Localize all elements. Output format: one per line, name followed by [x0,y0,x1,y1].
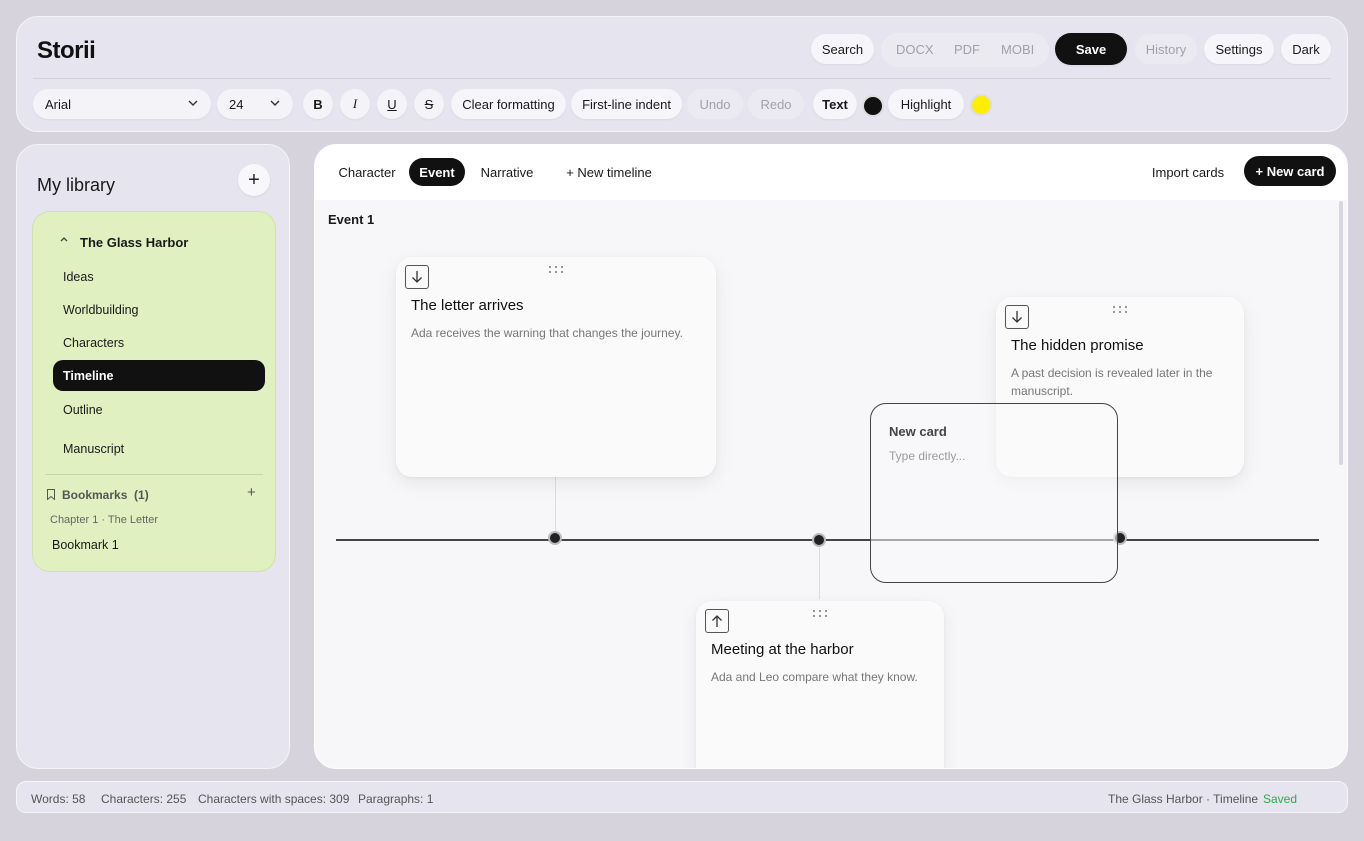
bookmark-item[interactable]: Bookmark 1 [52,538,119,552]
add-bookmark-button[interactable]: + [247,484,256,501]
search-button[interactable]: Search [811,34,874,64]
timeline-node[interactable] [548,531,562,545]
italic-button[interactable]: I [340,89,370,119]
card-description: A past decision is revealed later in the… [1011,366,1213,398]
card-title: The hidden promise [1011,337,1144,354]
timeline-section-label: Event 1 [328,212,375,227]
card-connector [819,547,820,599]
sidebar-item-ideas[interactable]: Ideas [53,262,265,292]
save-button[interactable]: Save [1055,33,1127,65]
bookmark-chapter: Chapter 1 · The Letter [50,514,159,526]
paragraph-count: Paragraphs: 1 [358,792,434,806]
card-title: The letter arrives [411,297,524,314]
chevron-down-icon [188,100,198,106]
card-connector [555,475,556,537]
settings-button[interactable]: Settings [1204,34,1274,64]
font-family-select[interactable]: Arial [33,89,211,119]
save-status: Saved [1263,792,1298,806]
font-size-value: 24 [229,96,244,112]
word-count: Words: 58 [31,792,86,806]
draft-card[interactable]: New card Type directly... [870,403,1118,583]
undo-button[interactable]: Undo [687,89,743,119]
project-name[interactable]: The Glass Harbor [80,235,188,250]
timeline-workspace: Character Event Narrative + New timeline… [314,144,1348,769]
tab-character[interactable]: Character [333,158,401,186]
sidebar-item-worldbuilding[interactable]: Worldbuilding [53,295,265,325]
drag-handle-icon[interactable] [1112,305,1128,315]
app-brand: Storii [37,37,96,64]
sidebar-item-outline[interactable]: Outline [53,395,265,425]
theme-toggle-button[interactable]: Dark [1281,34,1331,64]
redo-button[interactable]: Redo [748,89,804,119]
timeline-card[interactable]: Meeting at the harbor Ada and Leo compar… [696,601,944,768]
bookmark-icon [47,489,55,500]
chevron-down-icon [270,100,280,106]
character-count: Characters: 255 [101,792,187,806]
character-with-spaces-count: Characters with spaces: 309 [198,792,350,806]
text-color-swatch[interactable] [862,95,884,117]
draft-card-input[interactable]: Type directly... [889,449,965,463]
scrollbar[interactable] [1339,201,1343,465]
arrow-up-icon[interactable] [705,609,729,633]
chevron-up-icon[interactable] [59,234,69,244]
clear-formatting-button[interactable]: Clear formatting [451,89,566,119]
import-cards-button[interactable]: Import cards [1143,158,1233,186]
text-color-button[interactable]: Text [813,89,857,119]
tab-narrative[interactable]: Narrative [473,158,541,186]
card-description: Ada and Leo compare what they know. [711,670,918,684]
add-project-button[interactable]: + [238,164,270,196]
library-sidebar: My library + The Glass Harbor Ideas Worl… [16,144,290,769]
project-panel: The Glass Harbor Ideas Worldbuilding Cha… [32,211,276,572]
header-divider [33,78,1331,79]
timeline-toolbar: Character Event Narrative + New timeline… [315,145,1347,200]
timeline-card[interactable]: The letter arrives Ada receives the warn… [396,257,716,477]
history-button[interactable]: History [1135,34,1197,64]
library-title: My library [37,175,116,195]
font-size-select[interactable]: 24 [217,89,293,119]
first-line-indent-button[interactable]: First-line indent [571,89,682,119]
drag-handle-icon[interactable] [812,609,828,619]
underline-button[interactable]: U [377,89,407,119]
sidebar-item-characters[interactable]: Characters [53,328,265,358]
sidebar-item-timeline[interactable]: Timeline [53,360,265,391]
arrow-down-icon[interactable] [1005,305,1029,329]
highlight-color-swatch[interactable] [970,94,992,116]
export-docx-button[interactable]: DOCX [896,42,934,57]
drag-handle-icon[interactable] [548,265,564,275]
document-location: The Glass Harbor · Timeline [1108,792,1259,806]
card-title: Meeting at the harbor [711,641,854,658]
export-pdf-button[interactable]: PDF [954,42,980,57]
bookmarks-header[interactable]: Bookmarks (1) [62,488,149,502]
bookmarks-label: Bookmarks [62,488,128,502]
font-family-value: Arial [45,96,72,112]
sidebar-item-manuscript[interactable]: Manuscript [53,434,265,464]
divider [45,474,263,475]
highlight-button[interactable]: Highlight [888,89,964,119]
export-mobi-button[interactable]: MOBI [1001,42,1034,57]
new-timeline-button[interactable]: + New timeline [559,158,659,186]
tab-event[interactable]: Event [409,158,465,186]
draft-card-title[interactable]: New card [889,424,947,439]
strikethrough-button[interactable]: S [414,89,444,119]
app-header: Storii Search DOCX PDF MOBI Save History… [16,16,1348,132]
arrow-down-icon[interactable] [405,265,429,289]
export-group: DOCX PDF MOBI [881,33,1049,67]
new-card-button[interactable]: + New card [1244,156,1336,186]
status-bar: Words: 58 Characters: 255 Characters wit… [16,781,1348,813]
bookmarks-count: (1) [134,488,149,502]
bold-button[interactable]: B [303,89,333,119]
timeline-axis [336,539,1319,541]
card-description: Ada receives the warning that changes th… [411,326,683,340]
timeline-node[interactable] [812,533,826,547]
